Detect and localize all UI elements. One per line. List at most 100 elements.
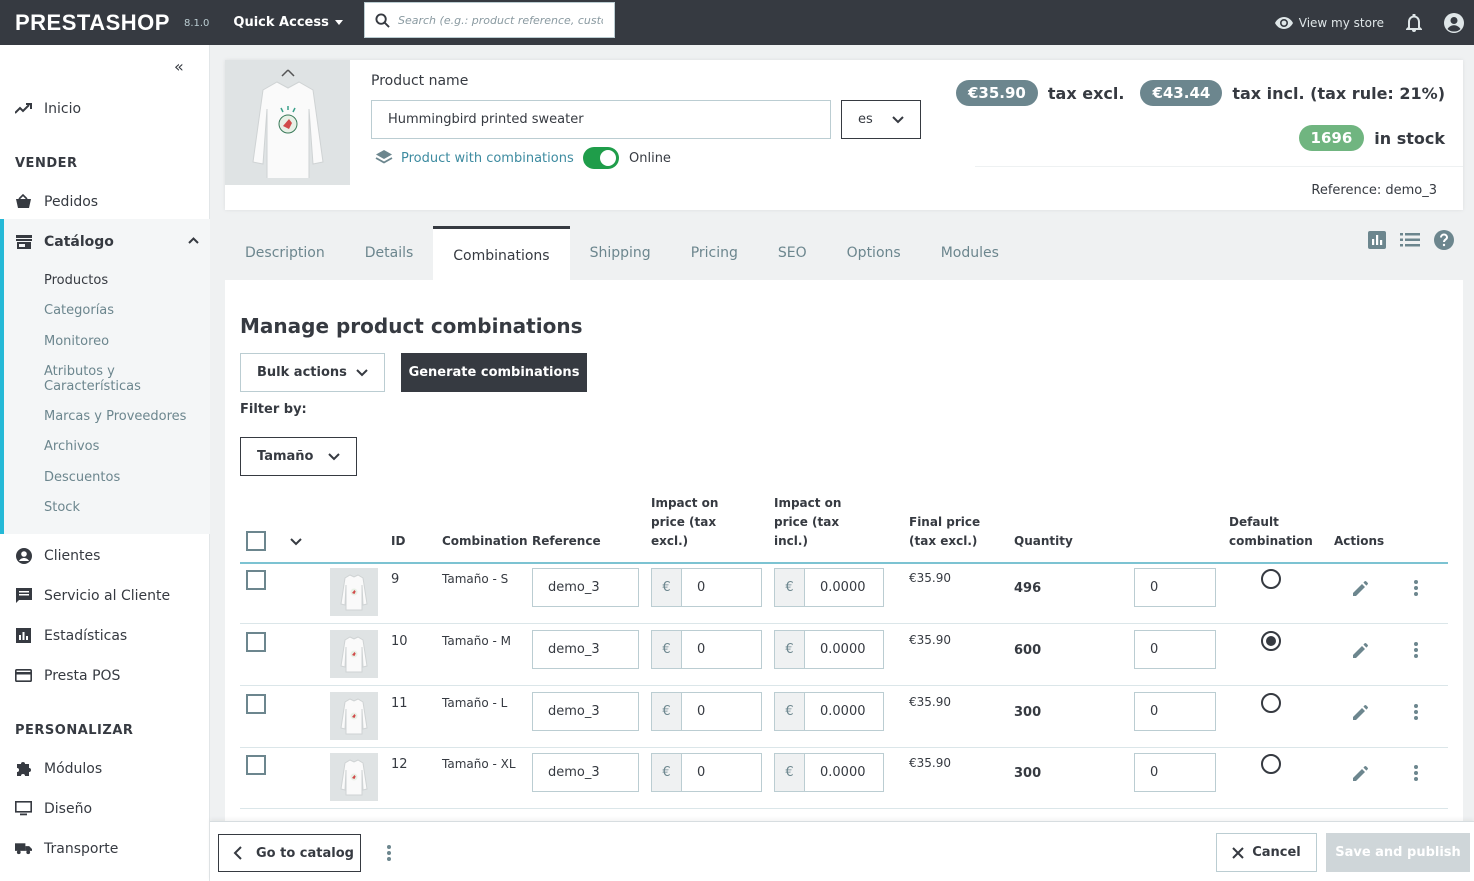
quantity-delta-input[interactable]: 0 [1134,630,1216,669]
online-label: Online [629,150,671,166]
search-input[interactable] [398,13,603,27]
search-box[interactable] [364,2,615,38]
cancel-button[interactable]: Cancel [1216,833,1317,872]
impact-incl-input[interactable]: € 0.0000 [774,568,884,607]
tab-shipping[interactable]: Shipping [570,226,671,280]
view-store-link[interactable]: View my store [1274,16,1384,30]
sidebar-item-orders[interactable]: Pedidos [15,193,98,210]
impact-excl-input[interactable]: € 0 [651,753,762,792]
prestashop-logo[interactable]: PRESTASHOP [15,10,170,36]
account-icon[interactable] [1444,12,1464,33]
reference-input[interactable]: demo_3 [532,568,639,607]
filter-label: Filter by: [240,402,307,417]
row-checkbox[interactable] [246,755,266,775]
more-options-icon[interactable] [386,844,392,862]
impact-incl-input[interactable]: € 0.0000 [774,692,884,731]
sweater-thumbnail [340,698,368,735]
tab-description[interactable]: Description [225,226,345,280]
tab-combinations[interactable]: Combinations [433,226,570,280]
sweater-thumbnail [340,759,368,796]
more-options-icon[interactable] [1413,703,1419,721]
sidebar-subitem-brands[interactable]: Marcas y Proveedores [44,409,186,424]
sidebar-subitem-products[interactable]: Productos [44,273,108,288]
sidebar-subitem-files[interactable]: Archivos [44,439,99,454]
sidebar-subitem-categories[interactable]: Categorías [44,303,114,318]
bulk-actions-button[interactable]: Bulk actions [240,353,385,392]
sidebar-item-catalog[interactable]: Catálogo [15,233,114,250]
chevron-down-icon[interactable] [290,538,302,546]
online-toggle[interactable] [583,147,619,169]
default-combination-radio[interactable] [1261,631,1281,651]
edit-icon[interactable] [1353,765,1369,781]
sidebar-item-customers[interactable]: Clientes [15,547,100,564]
sidebar-item-customer-service[interactable]: Servicio al Cliente [15,587,170,604]
combination-id: 11 [391,696,408,711]
sidebar-item-design[interactable]: Diseño [15,800,92,817]
sidebar-item-modules[interactable]: Módulos [15,760,102,777]
edit-icon[interactable] [1353,642,1369,658]
go-to-catalog-button[interactable]: Go to catalog [218,834,361,872]
more-options-icon[interactable] [1413,579,1419,597]
collapse-sidebar-icon[interactable]: « [174,57,184,76]
eye-icon [1274,16,1293,29]
combination-thumbnail[interactable] [330,630,378,678]
edit-icon[interactable] [1353,580,1369,596]
reference-input[interactable]: demo_3 [532,692,639,731]
sidebar-item-stats[interactable]: Estadísticas [15,627,127,644]
quantity-value: 300 [1014,766,1042,781]
impact-incl-input[interactable]: € 0.0000 [774,753,884,792]
combination-thumbnail[interactable] [330,692,378,740]
sidebar-item-home[interactable]: Inicio [15,100,81,117]
save-and-publish-button[interactable]: Save and publish [1326,833,1470,872]
sidebar-item-shipping[interactable]: Transporte [15,840,118,857]
tab-details[interactable]: Details [345,226,434,280]
sidebar-subitem-stock[interactable]: Stock [44,500,80,515]
sidebar-item-presta-pos[interactable]: Presta POS [15,667,120,684]
default-combination-radio[interactable] [1261,569,1281,589]
sidebar-subitem-discounts[interactable]: Descuentos [44,470,120,485]
default-combination-radio[interactable] [1261,754,1281,774]
help-icon[interactable] [1434,230,1454,250]
product-image[interactable] [225,60,350,185]
row-checkbox[interactable] [246,632,266,652]
tab-modules[interactable]: Modules [921,226,1019,280]
sidebar-subitem-attributes[interactable]: Atributos y Características [44,364,174,394]
row-checkbox[interactable] [246,570,266,590]
more-options-icon[interactable] [1413,641,1419,659]
chat-icon [15,587,32,604]
tab-seo[interactable]: SEO [758,226,827,280]
tab-options[interactable]: Options [827,226,921,280]
default-combination-radio[interactable] [1261,693,1281,713]
reference-input[interactable]: demo_3 [532,753,639,792]
quantity-delta-input[interactable]: 0 [1134,568,1216,607]
sidebar-item-label: Servicio al Cliente [44,587,171,604]
list-icon[interactable] [1400,233,1420,247]
size-filter-button[interactable]: Tamaño [240,437,357,476]
final-price: €35.90 [909,695,951,709]
edit-icon[interactable] [1353,704,1369,720]
quantity-delta-input[interactable]: 0 [1134,753,1216,792]
stats-icon[interactable] [1368,231,1386,249]
combination-thumbnail[interactable] [330,568,378,616]
bell-icon[interactable] [1406,13,1422,32]
combination-thumbnail[interactable] [330,753,378,801]
sidebar-subitem-monitoring[interactable]: Monitoreo [44,334,109,349]
product-type-link[interactable]: Product with combinations [375,149,574,167]
quantity-delta-input[interactable]: 0 [1134,692,1216,731]
quick-access-dropdown[interactable]: Quick Access [233,15,343,30]
reference-input[interactable]: demo_3 [532,630,639,669]
language-select[interactable]: es [841,100,921,139]
product-name-input[interactable] [371,100,831,139]
tab-pricing[interactable]: Pricing [671,226,758,280]
impact-excl-input[interactable]: € 0 [651,630,762,669]
impact-incl-input[interactable]: € 0.0000 [774,630,884,669]
more-options-icon[interactable] [1413,764,1419,782]
combinations-panel: Manage product combinations Bulk actions… [225,280,1463,840]
impact-excl-input[interactable]: € 0 [651,568,762,607]
row-checkbox[interactable] [246,694,266,714]
chevron-up-icon[interactable] [188,237,199,244]
generate-combinations-button[interactable]: Generate combinations [401,353,587,392]
impact-excl-input[interactable]: € 0 [651,692,762,731]
col-header-final-price: Final price (tax excl.) [909,515,981,548]
select-all-checkbox[interactable] [246,531,266,551]
